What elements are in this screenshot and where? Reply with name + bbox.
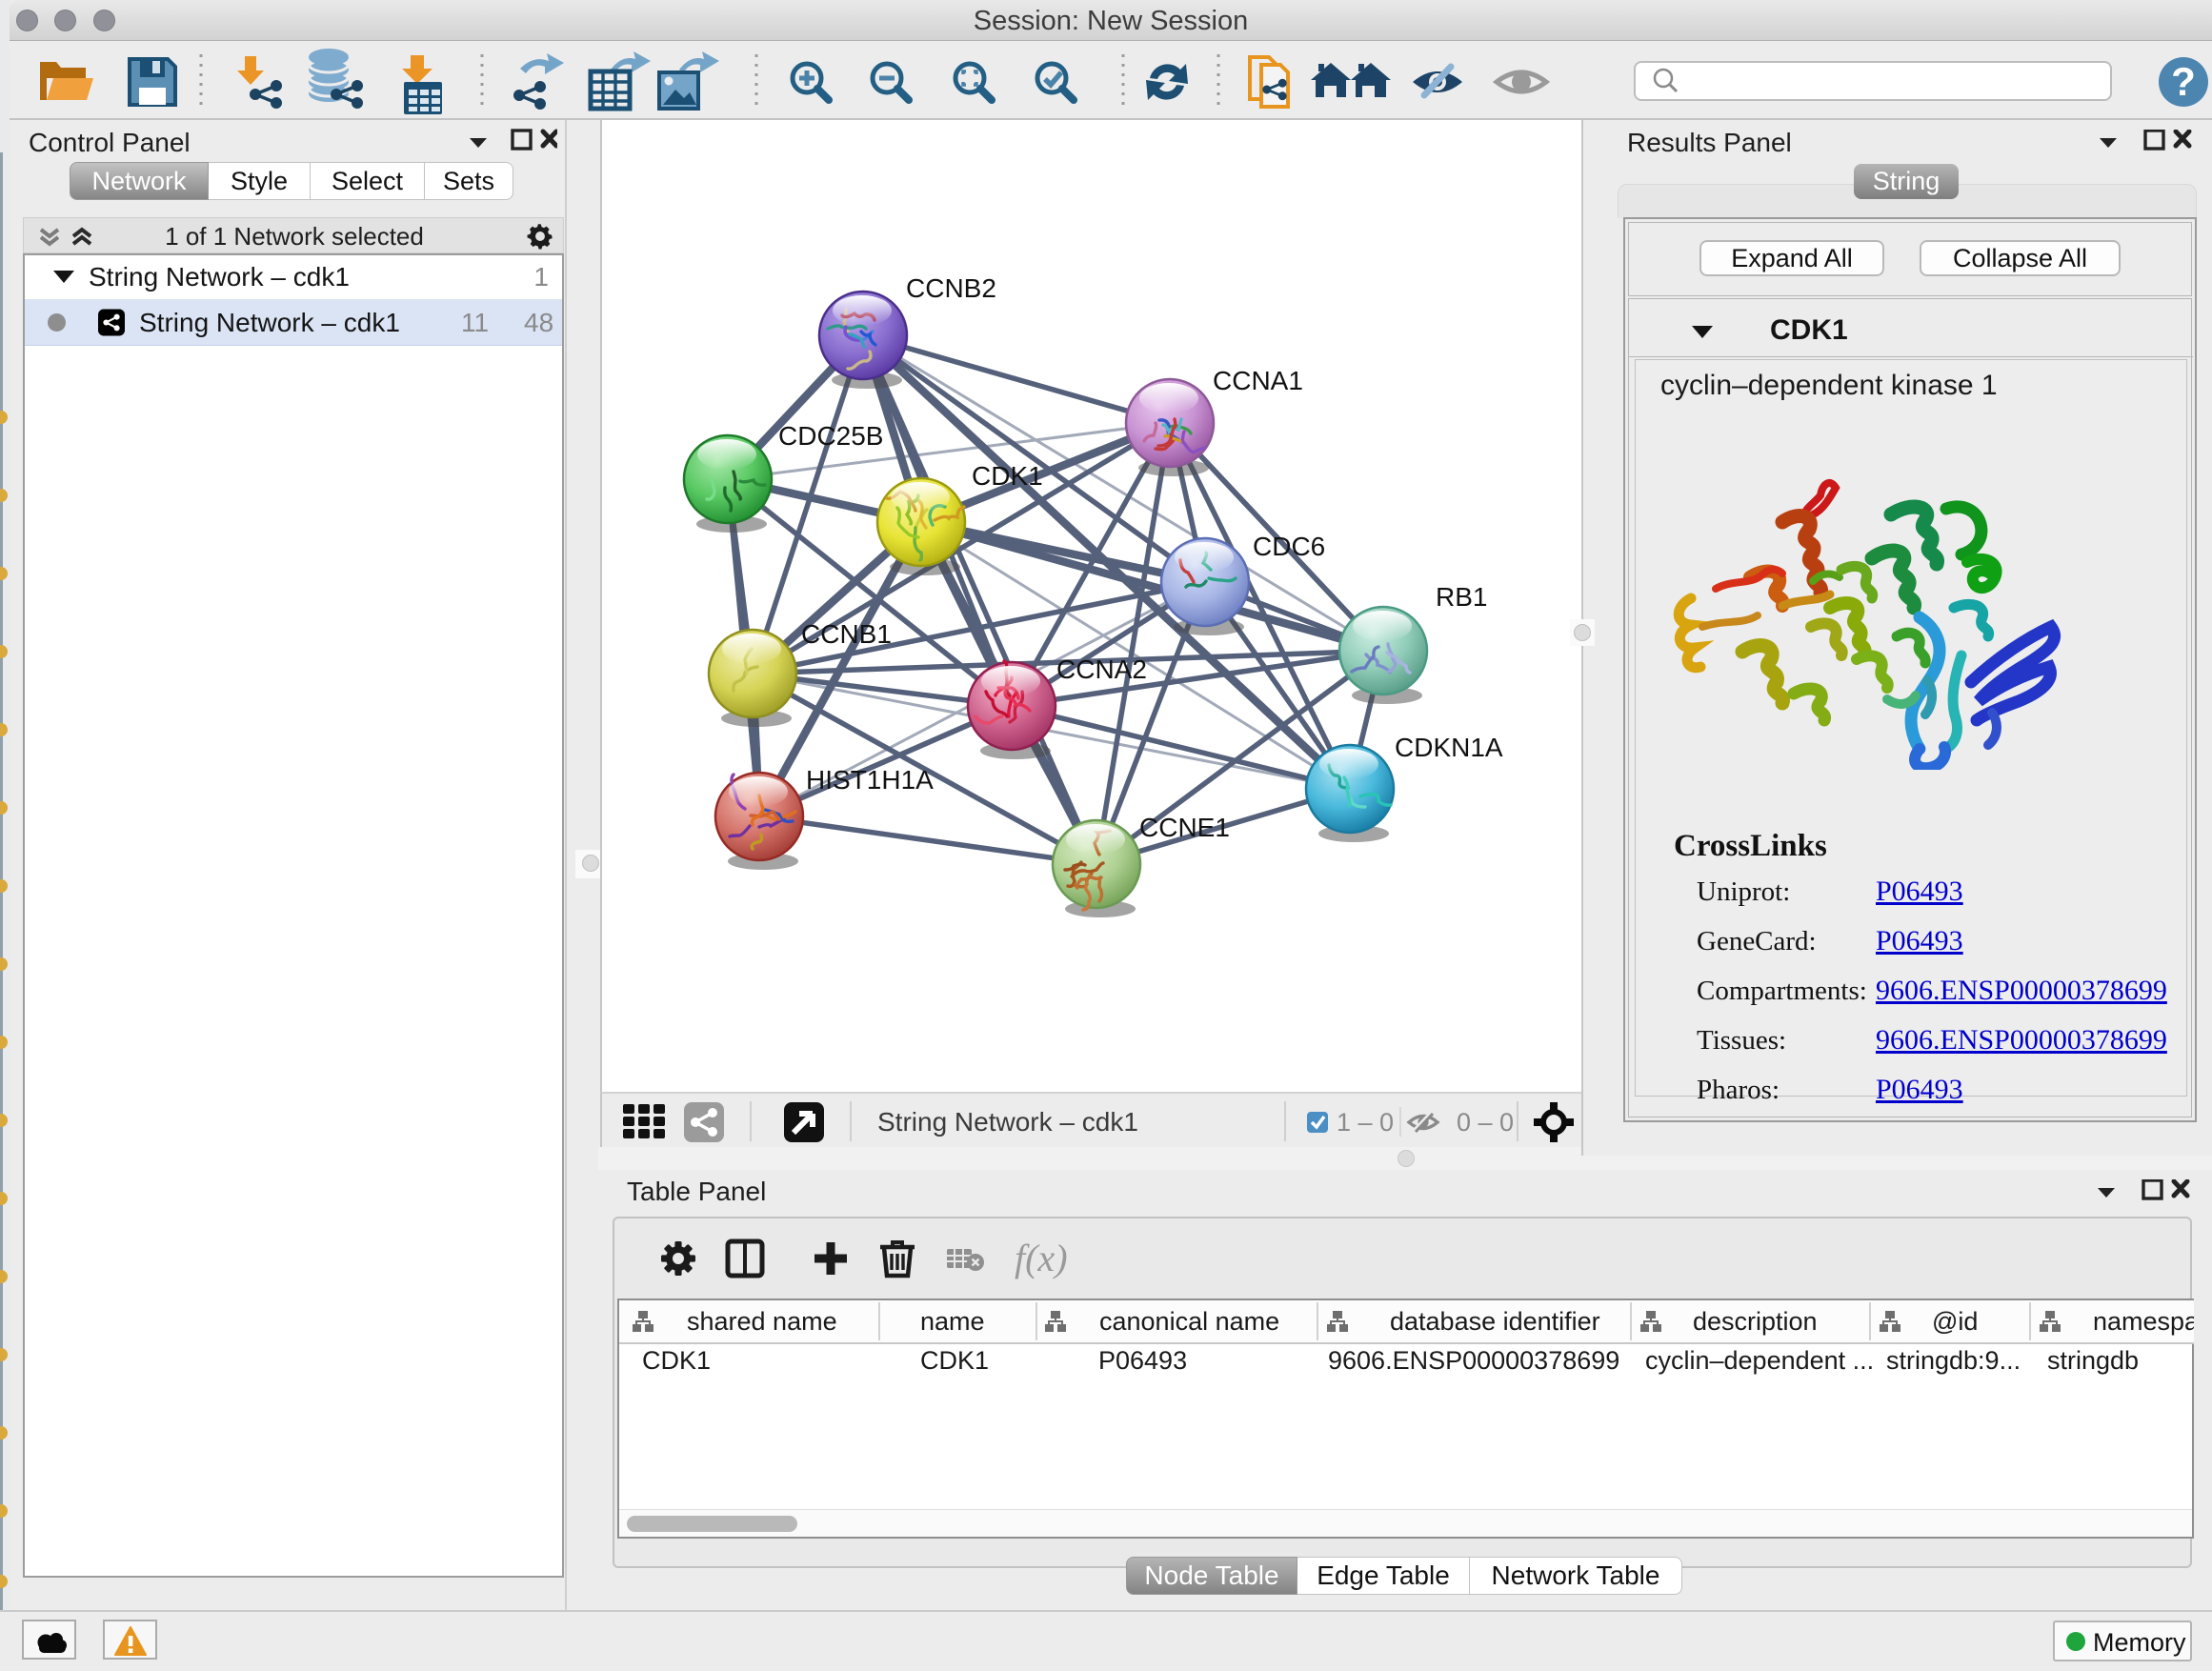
svg-text:RB1: RB1 [1436, 582, 1487, 612]
svg-text:HIST1H1A: HIST1H1A [806, 765, 934, 795]
svg-text:CDC6: CDC6 [1253, 532, 1325, 561]
svg-text:name: name [920, 1307, 985, 1336]
svg-text:f(x): f(x) [1015, 1237, 1068, 1279]
svg-text:CCNA2: CCNA2 [1056, 654, 1147, 684]
svg-text:?: ? [2171, 59, 2196, 104]
svg-text:namespac: namespac [2093, 1307, 2194, 1336]
svg-text:database identifier: database identifier [1390, 1307, 1600, 1336]
svg-text:0 – 0: 0 – 0 [1457, 1108, 1514, 1137]
svg-text:CDK1: CDK1 [972, 461, 1043, 491]
svg-text:CDC25B: CDC25B [778, 421, 883, 451]
svg-text:CDKN1A: CDKN1A [1395, 733, 1503, 762]
svg-text:CCNB1: CCNB1 [801, 619, 892, 649]
svg-text:String Network – cdk1: String Network – cdk1 [877, 1107, 1138, 1137]
svg-text:@id: @id [1932, 1307, 1978, 1336]
svg-text:shared name: shared name [687, 1307, 837, 1336]
svg-text:CCNE1: CCNE1 [1139, 813, 1230, 842]
svg-text:1 – 0: 1 – 0 [1337, 1108, 1394, 1137]
svg-text:description: description [1693, 1307, 1818, 1336]
svg-text:CCNA1: CCNA1 [1213, 366, 1303, 395]
svg-text:canonical name: canonical name [1099, 1307, 1279, 1336]
svg-text:CCNB2: CCNB2 [906, 273, 996, 303]
